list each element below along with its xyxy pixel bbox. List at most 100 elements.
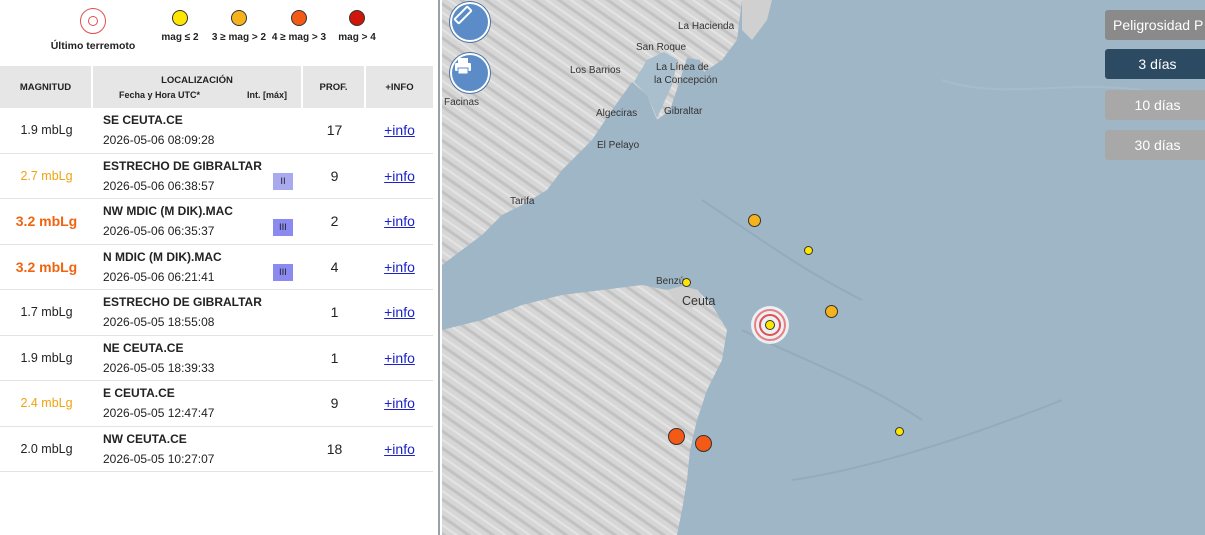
magnitude-cell: 1.9 mbLg [0, 108, 93, 154]
place-label: El Pelayo [597, 140, 640, 151]
location-cell: E CEUTA.CE 2026-05-05 12:47:47 [93, 381, 303, 427]
magnitude-cell: 1.7 mbLg [0, 290, 93, 336]
table-row: 2.4 mbLg E CEUTA.CE 2026-05-05 12:47:47 9 +i… [0, 381, 433, 427]
depth-cell: 18 [303, 427, 366, 472]
place-label: Ceuta [682, 294, 716, 308]
depth-cell: 4 [303, 245, 366, 290]
info-link[interactable]: +info [384, 304, 415, 320]
earthquake-marker[interactable] [825, 305, 838, 318]
depth-cell: 9 [303, 154, 366, 199]
magnitude-cell: 2.7 mbLg [0, 154, 93, 199]
depth-cell: 1 [303, 290, 366, 336]
place-label: Facinas [444, 97, 480, 108]
place-label: Gibraltar [664, 106, 703, 117]
earthquake-marker[interactable] [804, 246, 813, 255]
header-info: +INFO [366, 66, 433, 108]
last-quake-ring-icon [754, 309, 786, 341]
table-row: 2.0 mbLg NW CEUTA.CE 2026-05-05 10:27:07 18… [0, 427, 433, 472]
location-name: ESTRECHO DE GIBRALTAR [103, 295, 262, 310]
info-link[interactable]: +info [384, 350, 415, 366]
legend-mag-le-2: mag ≤ 2 [158, 8, 202, 43]
location-cell: SE CEUTA.CE 2026-05-06 08:09:28 [93, 108, 303, 154]
header-location[interactable]: LOCALIZACIÓN Fecha y Hora UTC* Int. [máx] [93, 66, 303, 108]
depth-cell: 9 [303, 381, 366, 427]
intensity-badge: III [273, 218, 293, 236]
location-name: N MDIC (M DIK).MAC [103, 249, 222, 264]
info-link[interactable]: +info [384, 395, 415, 411]
datetime: 2026-05-05 10:27:07 [103, 451, 215, 466]
header-datetime: Fecha y Hora UTC* [119, 89, 201, 100]
info-link[interactable]: +info [384, 122, 415, 138]
legend-mag-3-4: 4 ≥ mag > 3 [270, 8, 328, 43]
earthquake-table: MAGNITUD LOCALIZACIÓN Fecha y Hora UTC* I… [0, 66, 433, 472]
place-label: Algeciras [596, 108, 638, 119]
location-cell: NW CEUTA.CE 2026-05-05 10:27:07 [93, 427, 303, 472]
info-cell: +info [366, 154, 433, 199]
legend-mag-2-3: 3 ≥ mag > 2 [208, 8, 270, 43]
measure-ruler-button[interactable] [450, 2, 490, 42]
table-row: 1.9 mbLg SE CEUTA.CE 2026-05-06 08:09:28 17… [0, 108, 433, 154]
intensity-badge: II [273, 173, 293, 190]
info-cell: +info [366, 199, 433, 245]
info-cell: +info [366, 290, 433, 336]
map-basemap [442, 0, 1205, 535]
info-link[interactable]: +info [384, 168, 415, 184]
orange-dot-icon [231, 10, 247, 26]
datetime: 2026-05-05 18:39:33 [103, 360, 215, 375]
red-dot-icon [349, 10, 365, 26]
legend-label: 3 ≥ mag > 2 [211, 32, 267, 43]
table-row: 3.2 mbLg N MDIC (M DIK).MAC 2026-05-06 06:… [0, 245, 433, 290]
header-magnitude[interactable]: MAGNITUD [0, 66, 93, 108]
header-depth[interactable]: PROF. [303, 66, 366, 108]
header-location-title: LOCALIZACIÓN [161, 74, 233, 86]
table-row: 3.2 mbLg NW MDIC (M DIK).MAC 2026-05-06 06… [0, 199, 433, 245]
location-name: NW MDIC (M DIK).MAC [103, 204, 233, 219]
earthquake-marker[interactable] [682, 278, 691, 287]
info-cell: +info [366, 427, 433, 472]
print-button[interactable] [450, 53, 490, 93]
intensity-badge: III [273, 264, 293, 281]
info-link[interactable]: +info [384, 213, 415, 229]
location-name: E CEUTA.CE [103, 386, 175, 401]
info-cell: +info [366, 245, 433, 290]
table-header-row: MAGNITUD LOCALIZACIÓN Fecha y Hora UTC* I… [0, 66, 433, 108]
printer-icon [455, 58, 471, 75]
location-cell: NE CEUTA.CE 2026-05-05 18:39:33 [93, 336, 303, 381]
info-link[interactable]: +info [384, 259, 415, 275]
hazard-button[interactable]: Peligrosidad P [1105, 10, 1205, 40]
datetime: 2026-05-05 12:47:47 [103, 406, 215, 421]
depth-cell: 17 [303, 108, 366, 154]
earthquake-marker[interactable] [695, 435, 712, 452]
location-cell: ESTRECHO DE GIBRALTAR 2026-05-06 06:38:57… [93, 154, 303, 199]
datetime: 2026-05-05 18:55:08 [103, 315, 215, 330]
earthquake-marker[interactable] [895, 427, 904, 436]
location-name: SE CEUTA.CE [103, 113, 183, 128]
location-name: NE CEUTA.CE [103, 340, 184, 355]
magnitude-cell: 1.9 mbLg [0, 336, 93, 381]
info-cell: +info [366, 381, 433, 427]
earthquake-marker[interactable] [748, 214, 761, 227]
legend-label: mag > 4 [338, 32, 376, 43]
last-quake-marker[interactable] [751, 306, 789, 344]
last-quake-icon [80, 8, 106, 34]
place-label: Tarifa [510, 196, 535, 207]
header-intensity: Int. [máx] [246, 89, 287, 100]
location-name: ESTRECHO DE GIBRALTAR [103, 158, 262, 173]
table-row: 1.9 mbLg NE CEUTA.CE 2026-05-05 18:39:33 1 +… [0, 336, 433, 381]
place-label: la Concepción [654, 75, 718, 86]
info-cell: +info [366, 336, 433, 381]
location-cell: ESTRECHO DE GIBRALTAR 2026-05-05 18:55:08 [93, 290, 303, 336]
range-30-days-button[interactable]: 30 días [1105, 130, 1205, 160]
datetime: 2026-05-06 08:09:28 [103, 133, 215, 148]
map-view[interactable]: La Hacienda San Roque Los Barrios La Lín… [442, 0, 1205, 535]
info-link[interactable]: +info [384, 441, 415, 457]
range-3-days-button[interactable]: 3 días [1105, 49, 1205, 79]
location-cell: N MDIC (M DIK).MAC 2026-05-06 06:21:41 III [93, 245, 303, 290]
legend-last-quake: Último terremoto [46, 8, 140, 52]
ruler-icon [453, 5, 473, 25]
range-10-days-button[interactable]: 10 días [1105, 90, 1205, 120]
earthquake-marker[interactable] [668, 428, 685, 445]
magnitude-cell: 2.4 mbLg [0, 381, 93, 427]
magnitude-cell: 3.2 mbLg [0, 199, 93, 245]
table-row: 2.7 mbLg ESTRECHO DE GIBRALTAR 2026-05-06 … [0, 154, 433, 199]
